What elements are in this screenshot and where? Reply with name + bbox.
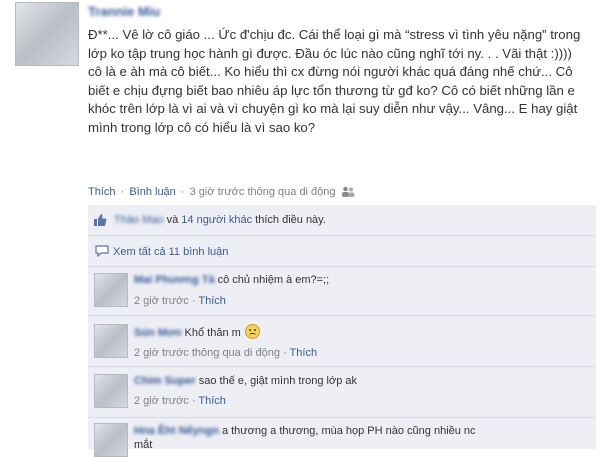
separator: · bbox=[191, 295, 196, 307]
separator: · bbox=[180, 186, 185, 198]
likes-summary: Thảo Mạo và 14 người khác thích điều này… bbox=[114, 214, 326, 226]
like-link[interactable]: Thích bbox=[88, 186, 116, 198]
comment-content: Mai Phương Tả cô chủ nhiệm à em?=;; bbox=[134, 274, 329, 286]
post-text: Đ**... Vê lờ cô giáo ... Ức đ'chịu đc. C… bbox=[88, 27, 581, 135]
commenter-avatar[interactable] bbox=[94, 423, 128, 457]
separator: · bbox=[283, 347, 287, 359]
comment-like-link[interactable]: Thích bbox=[290, 347, 318, 359]
likes-connector: và bbox=[166, 214, 179, 226]
comment-like-link[interactable]: Thích bbox=[198, 395, 226, 407]
comment-item: Hna Ěht Nếyngn a thương a thương, mùa họp… bbox=[88, 418, 596, 458]
sad-emoticon-icon bbox=[244, 324, 260, 339]
commenter-name[interactable]: Chim Super bbox=[134, 375, 196, 387]
likes-suffix: thích điều này. bbox=[255, 214, 326, 226]
commenter-name[interactable]: Mai Phương Tả bbox=[134, 274, 215, 286]
post-author-name[interactable]: Trannie Miu bbox=[88, 4, 160, 19]
comment-like-link[interactable]: Thích bbox=[198, 295, 226, 307]
comment-content: Chim Super sao thế e, giật mình trong lớp… bbox=[134, 375, 357, 387]
post-actions: Thích · Bình luận · 3 giờ trước thông qu… bbox=[88, 186, 355, 198]
comment-content: Hna Ěht Nếyngn a thương a thương, mùa họp… bbox=[134, 425, 476, 437]
comment-bubble-icon bbox=[95, 245, 109, 257]
comment-link[interactable]: Bình luận bbox=[129, 186, 175, 198]
view-all-comments-link[interactable]: Xem tất cả 11 bình luận bbox=[95, 245, 228, 258]
comment-text: cô chủ nhiệm à em?=;; bbox=[217, 274, 330, 286]
separator: · bbox=[191, 395, 196, 407]
comment-timestamp[interactable]: 2 giờ trước thông qua di động bbox=[134, 347, 280, 359]
comment-timestamp[interactable]: 2 giờ trước bbox=[134, 295, 189, 307]
comment-timestamp[interactable]: 2 giờ trước bbox=[134, 395, 189, 407]
people-icon bbox=[341, 186, 355, 197]
commenter-name[interactable]: Hna Ěht Nếyngn bbox=[134, 425, 219, 437]
post-timestamp[interactable]: 3 giờ trước thông qua di động bbox=[190, 186, 336, 198]
comment-item: Sún Mơn Khổ thân m 2 giờ trước thông qua … bbox=[88, 316, 596, 367]
liker-name[interactable]: Thảo Mạo bbox=[114, 214, 164, 226]
commenter-avatar[interactable] bbox=[94, 273, 128, 307]
comment-meta: 2 giờ trước · Thích bbox=[134, 295, 226, 307]
separator: · bbox=[120, 186, 125, 198]
thumbs-up-icon bbox=[94, 214, 107, 226]
comment-text-continued: mắt bbox=[134, 439, 153, 451]
others-link[interactable]: 14 người khác bbox=[181, 214, 252, 226]
comment-meta: 2 giờ trước · Thích bbox=[134, 395, 226, 407]
post-author-avatar[interactable] bbox=[15, 2, 79, 66]
view-all-row[interactable]: Xem tất cả 11 bình luận bbox=[88, 236, 596, 267]
commenter-avatar[interactable] bbox=[94, 324, 128, 358]
view-all-label: Xem tất cả 11 bình luận bbox=[113, 246, 229, 258]
comment-meta: 2 giờ trước thông qua di động · Thích bbox=[134, 347, 317, 359]
likes-row: Thảo Mạo và 14 người khác thích điều này… bbox=[88, 205, 596, 236]
feedback-box: Thảo Mạo và 14 người khác thích điều này… bbox=[88, 205, 596, 457]
comment-item: Mai Phương Tả cô chủ nhiệm à em?=;; 2 giờ… bbox=[88, 267, 596, 316]
comment-content: Sún Mơn Khổ thân m bbox=[134, 324, 260, 339]
commenter-avatar[interactable] bbox=[94, 374, 128, 408]
comment-text: sao thế e, giật mình trong lớp ak bbox=[198, 375, 357, 387]
comment-text: Khổ thân m bbox=[184, 327, 241, 339]
comment-text: a thương a thương, mùa họp PH nào cũng n… bbox=[221, 425, 476, 437]
comment-item: Chim Super sao thế e, giật mình trong lớp… bbox=[88, 367, 596, 418]
commenter-name[interactable]: Sún Mơn bbox=[134, 327, 182, 339]
